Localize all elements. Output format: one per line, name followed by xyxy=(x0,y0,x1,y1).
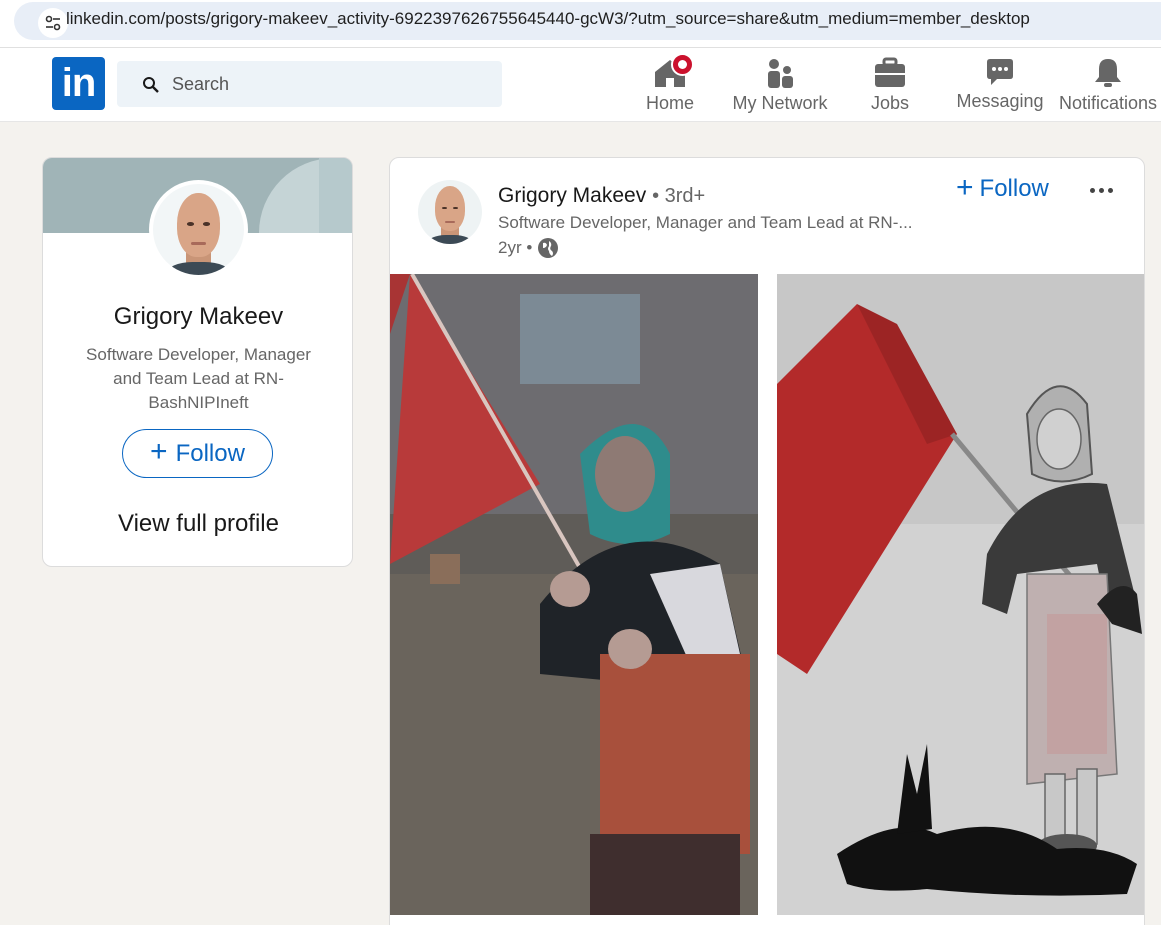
nav-messaging-label: Messaging xyxy=(956,91,1044,111)
top-navigation: in Home My Network xyxy=(0,48,1161,122)
nav-messaging[interactable]: Messaging xyxy=(950,54,1050,116)
nav-home[interactable]: Home xyxy=(630,53,710,116)
briefcase-icon xyxy=(872,56,908,90)
post-time: 2yr • xyxy=(498,238,533,257)
nav-my-network-label: My Network xyxy=(732,93,828,113)
post-follow-label: Follow xyxy=(979,175,1049,202)
nav-notifications-label: Notifications xyxy=(1059,93,1158,113)
view-full-profile-link[interactable]: View full profile xyxy=(43,510,352,538)
profile-headline: Software Developer, Manager and Team Lea… xyxy=(86,345,311,412)
network-icon xyxy=(762,56,798,90)
globe-icon xyxy=(538,238,559,258)
follow-button-label: Follow xyxy=(175,439,245,467)
browser-url-bar: linkedin.com/posts/grigory-makeev_activi… xyxy=(0,0,1161,48)
plus-icon: + xyxy=(956,170,974,204)
post-author-name[interactable]: Grigory Makeev xyxy=(498,184,646,207)
profile-name[interactable]: Grigory Makeev xyxy=(43,303,352,331)
nav-jobs[interactable]: Jobs xyxy=(850,54,930,116)
notification-badge xyxy=(671,53,694,76)
bell-icon xyxy=(1090,56,1126,90)
nav-jobs-label: Jobs xyxy=(870,93,910,113)
nav-my-network[interactable]: My Network xyxy=(725,54,835,116)
plus-icon: + xyxy=(150,435,168,468)
linkedin-logo[interactable]: in xyxy=(52,57,105,110)
home-icon xyxy=(652,53,694,90)
url-text[interactable]: linkedin.com/posts/grigory-makeev_activi… xyxy=(66,9,1030,29)
nav-notifications[interactable]: Notifications xyxy=(1055,54,1161,116)
search-input[interactable] xyxy=(172,61,492,107)
post-image-drawing[interactable] xyxy=(777,274,1144,915)
post-card: Grigory Makeev • 3rd+ Software Developer… xyxy=(389,157,1145,925)
post-timestamp: 2yr • xyxy=(498,237,559,259)
post-author-headline: Software Developer, Manager and Team Lea… xyxy=(498,213,913,232)
messaging-icon xyxy=(982,56,1018,90)
avatar[interactable] xyxy=(149,180,248,279)
post-image-photo[interactable] xyxy=(390,274,758,915)
search-box[interactable] xyxy=(117,61,502,107)
connection-degree: • 3rd+ xyxy=(652,185,706,207)
tune-icon[interactable] xyxy=(38,8,68,38)
post-author[interactable]: Grigory Makeev • 3rd+ xyxy=(498,184,705,208)
author-avatar[interactable] xyxy=(418,180,482,244)
post-follow-button[interactable]: + Follow xyxy=(956,170,1049,204)
search-icon xyxy=(143,77,159,93)
nav-home-label: Home xyxy=(645,93,694,113)
profile-card: Grigory Makeev Software Developer, Manag… xyxy=(42,157,353,567)
follow-button[interactable]: + Follow xyxy=(122,429,273,478)
more-horizontal-icon[interactable] xyxy=(1088,180,1116,200)
